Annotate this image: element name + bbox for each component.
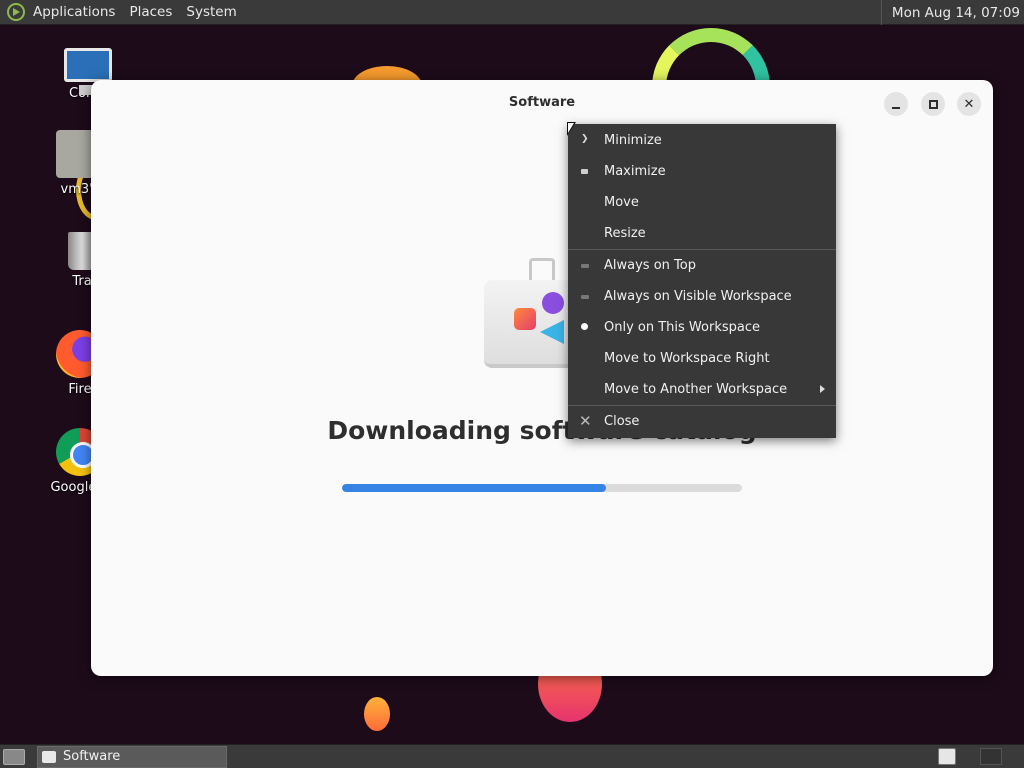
shape-circle <box>542 292 564 314</box>
menu-item-label: Move <box>604 195 639 210</box>
menu-item-close[interactable]: ✕ Close <box>568 406 836 437</box>
menu-item-move-workspace-right[interactable]: Move to Workspace Right <box>568 343 836 374</box>
menu-item-label: Resize <box>604 226 646 241</box>
close-button[interactable]: ✕ <box>957 92 981 116</box>
wallpaper-shape <box>364 697 390 731</box>
menu-item-resize[interactable]: Resize <box>568 218 836 249</box>
menu-item-label: Move to Another Workspace <box>604 382 788 397</box>
menu-item-maximize[interactable]: Maximize <box>568 156 836 187</box>
show-desktop-button[interactable] <box>3 748 25 765</box>
menu-item-always-on-top[interactable]: Always on Top <box>568 250 836 281</box>
software-window: Software ✕ Downloading software catalog <box>91 80 993 676</box>
computer-icon <box>64 48 112 95</box>
menu-applications[interactable]: Applications <box>33 4 115 20</box>
taskbar-button-label: Software <box>63 749 121 764</box>
close-icon: ✕ <box>963 96 975 112</box>
mouse-pointer-icon <box>567 122 576 136</box>
submenu-arrow-icon <box>820 385 825 393</box>
menu-item-move[interactable]: Move <box>568 187 836 218</box>
window-title: Software <box>508 95 576 110</box>
progress-bar <box>342 484 742 492</box>
software-app-small-icon <box>42 750 56 763</box>
menu-item-move-another-workspace[interactable]: Move to Another Workspace <box>568 374 836 405</box>
progress-fill <box>342 484 606 492</box>
menu-item-label: Move to Workspace Right <box>604 351 770 366</box>
minimize-indicator-icon: ❯ <box>581 134 589 144</box>
menu-places[interactable]: Places <box>129 4 172 20</box>
menu-item-label: Close <box>604 414 640 429</box>
maximize-button[interactable] <box>921 92 945 116</box>
menu-item-minimize[interactable]: ❯ Minimize <box>568 125 836 156</box>
menu-item-label: Minimize <box>604 133 662 148</box>
workspace-switcher-1[interactable] <box>938 748 956 765</box>
minimize-icon <box>892 106 900 109</box>
radio-unchecked-icon <box>581 295 589 299</box>
taskbar-button-software[interactable]: Software <box>37 745 227 768</box>
shape-triangle <box>540 320 564 344</box>
menu-item-label: Always on Visible Workspace <box>604 289 792 304</box>
bottom-panel: Software <box>0 744 1024 768</box>
menu-item-only-this-workspace[interactable]: Only on This Workspace <box>568 312 836 343</box>
close-icon: ✕ <box>579 412 592 430</box>
minimize-button[interactable] <box>884 92 908 116</box>
radio-checked-icon <box>581 323 588 330</box>
menu-item-always-visible-workspace[interactable]: Always on Visible Workspace <box>568 281 836 312</box>
window-context-menu: ❯ Minimize Maximize Move Resize Always o… <box>568 124 836 438</box>
top-panel: Applications Places System Mon Aug 14, 0… <box>0 0 1024 25</box>
shape-square <box>514 308 536 330</box>
checkbox-unchecked-icon <box>581 264 589 268</box>
maximize-icon <box>928 99 938 109</box>
maximize-indicator-icon <box>581 169 588 174</box>
workspace-switcher-2[interactable] <box>980 748 1002 765</box>
menu-item-label: Only on This Workspace <box>604 320 760 335</box>
menu-system[interactable]: System <box>186 4 236 20</box>
bag-handle <box>529 258 555 282</box>
distro-logo-icon[interactable] <box>7 3 25 21</box>
menu-item-label: Always on Top <box>604 258 696 273</box>
window-titlebar[interactable]: Software ✕ <box>91 80 993 126</box>
loading-heading: Downloading software catalog <box>327 416 757 445</box>
clock[interactable]: Mon Aug 14, 07:09 <box>880 0 1024 25</box>
menu-item-label: Maximize <box>604 164 666 179</box>
